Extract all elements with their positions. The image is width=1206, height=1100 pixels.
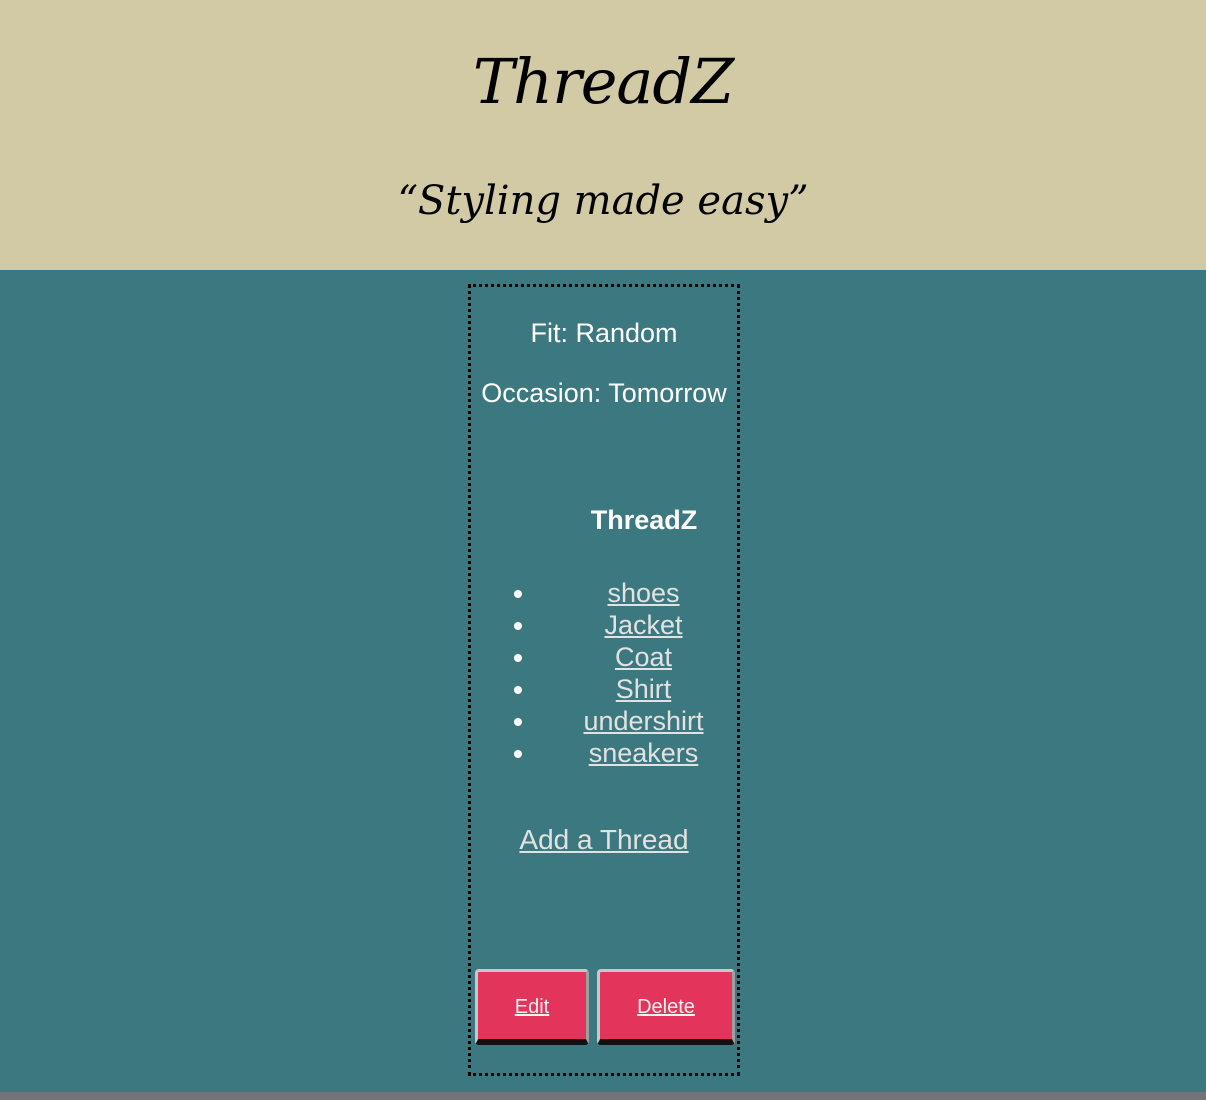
thread-list: shoes Jacket Coat Shirt undershirt sneak… bbox=[511, 577, 776, 769]
list-item: shoes bbox=[511, 577, 776, 609]
edit-button[interactable]: Edit bbox=[475, 969, 589, 1045]
fit-label: Fit: Random bbox=[530, 318, 678, 348]
list-item: Jacket bbox=[511, 609, 776, 641]
bullet-icon bbox=[514, 622, 522, 630]
add-thread-link[interactable]: Add a Thread bbox=[471, 823, 737, 857]
list-item: Shirt bbox=[511, 673, 776, 705]
list-item: undershirt bbox=[511, 705, 776, 737]
bullet-icon bbox=[514, 590, 522, 598]
thread-link-undershirt[interactable]: undershirt bbox=[583, 706, 703, 736]
site-tagline: “Styling made easy” bbox=[397, 178, 809, 224]
thread-link-shoes[interactable]: shoes bbox=[607, 578, 679, 608]
bullet-icon bbox=[514, 686, 522, 694]
threads-heading: ThreadZ bbox=[590, 505, 698, 535]
bullet-icon bbox=[514, 750, 522, 758]
site-header: ThreadZ “Styling made easy” bbox=[0, 0, 1206, 270]
thread-link-sneakers[interactable]: sneakers bbox=[589, 738, 699, 768]
thread-link-coat[interactable]: Coat bbox=[615, 642, 672, 672]
bottom-bar bbox=[0, 1092, 1206, 1100]
bullet-icon bbox=[514, 718, 522, 726]
occasion-label: Occasion: Tomorrow bbox=[481, 378, 727, 408]
outfit-card: Fit: Random Occasion: Tomorrow ThreadZ s… bbox=[468, 284, 740, 1076]
thread-link-jacket[interactable]: Jacket bbox=[604, 610, 682, 640]
list-item: Coat bbox=[511, 641, 776, 673]
bullet-icon bbox=[514, 654, 522, 662]
thread-link-shirt[interactable]: Shirt bbox=[616, 674, 672, 704]
site-brand: ThreadZ bbox=[472, 45, 734, 118]
list-item: sneakers bbox=[511, 737, 776, 769]
delete-button[interactable]: Delete bbox=[597, 969, 735, 1045]
